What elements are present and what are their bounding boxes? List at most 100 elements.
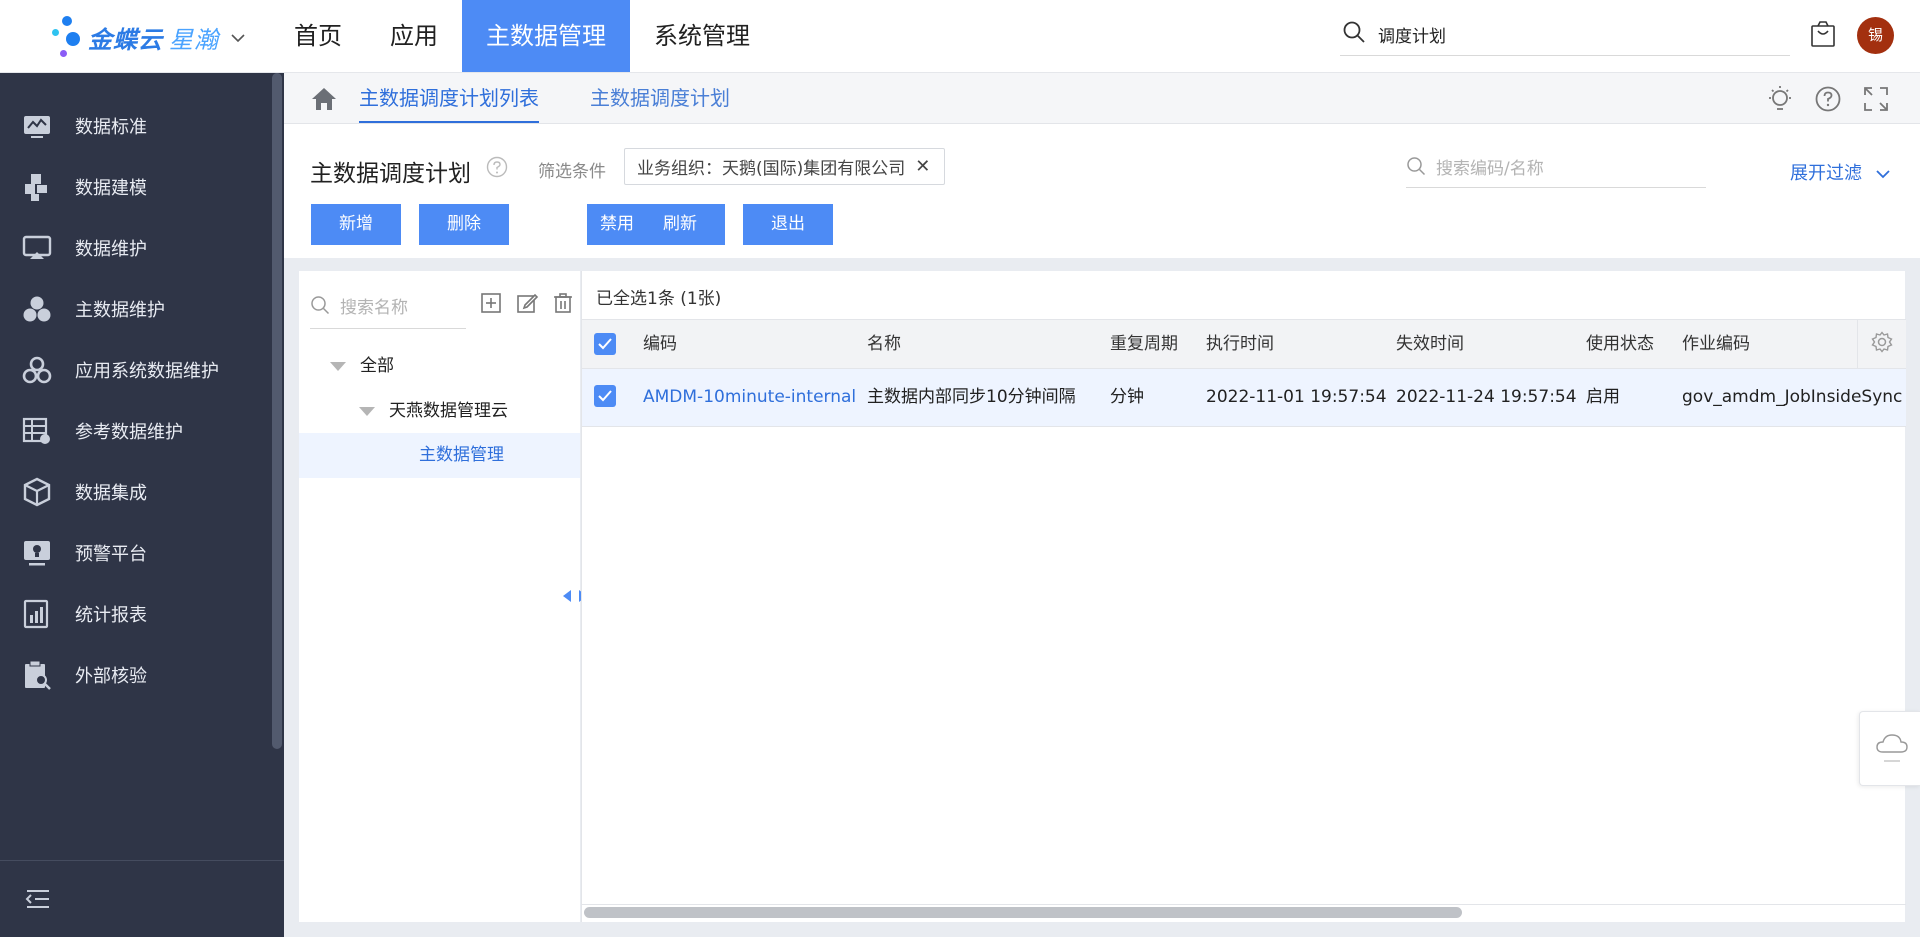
exit-button[interactable]: 退出 xyxy=(743,204,833,245)
tree-search xyxy=(310,287,466,329)
logo-text: 金蝶云 星瀚 xyxy=(88,25,219,54)
report-icon xyxy=(22,599,52,629)
chevron-down-icon xyxy=(1876,163,1890,184)
screen-icon xyxy=(22,233,52,263)
global-search xyxy=(1340,14,1790,56)
tree-toolbar xyxy=(479,291,575,320)
edit-node-icon[interactable] xyxy=(515,291,539,320)
cell-name: 主数据内部同步10分钟间隔 xyxy=(867,387,1076,407)
table-panel: 已全选1条 (1张) 编码 名称 重复周期 执行时间 失效时间 使用状态 作业编… xyxy=(581,271,1906,922)
sidebar-item-external-verification[interactable]: 外部核验 xyxy=(0,645,270,705)
column-header-code[interactable]: 编码 xyxy=(643,320,677,368)
nav-home[interactable]: 首页 xyxy=(270,0,366,72)
sidebar-item-alert-platform[interactable]: 预警平台 xyxy=(0,523,270,583)
page-tabs-bar: 主数据调度计划列表 主数据调度计划 xyxy=(284,73,1920,124)
list-search-input[interactable] xyxy=(1436,158,1696,179)
column-header-job-code[interactable]: 作业编码 xyxy=(1682,320,1750,368)
global-search-input[interactable] xyxy=(1378,24,1758,45)
nav-system[interactable]: 系统管理 xyxy=(630,0,774,72)
horizontal-scrollbar[interactable] xyxy=(584,907,1462,918)
shopping-bag-icon[interactable] xyxy=(1810,20,1836,53)
list-search xyxy=(1406,150,1706,188)
avatar[interactable]: 锡 xyxy=(1857,17,1894,54)
column-header-exec-time[interactable]: 执行时间 xyxy=(1206,320,1274,368)
delete-button[interactable]: 删除 xyxy=(419,204,509,245)
cluster-icon xyxy=(22,294,52,324)
lightbulb-icon[interactable] xyxy=(1766,85,1794,118)
select-all-checkbox[interactable] xyxy=(594,333,616,355)
list-header: 主数据调度计划 筛选条件 业务组织：天鹅(国际)集团有限公司 ✕ 展开过滤 新增… xyxy=(284,124,1920,258)
tab-schedule-plan[interactable]: 主数据调度计划 xyxy=(590,73,730,123)
cell-expire-time: 2022-11-24 19:57:54 xyxy=(1396,387,1577,407)
refresh-button[interactable]: 刷新 xyxy=(635,204,725,245)
search-icon[interactable] xyxy=(1406,156,1426,181)
cube-icon xyxy=(22,477,52,507)
tree-node-cloud[interactable]: 天燕数据管理云 xyxy=(359,389,508,433)
search-icon[interactable] xyxy=(310,295,330,320)
alert-monitor-icon xyxy=(22,538,52,568)
sidebar-item-data-standard[interactable]: 数据标准 xyxy=(0,96,270,156)
tree-search-input[interactable] xyxy=(340,297,460,318)
sidebar-item-master-data-maintenance[interactable]: 主数据维护 xyxy=(0,279,270,339)
sidebar-item-data-modeling[interactable]: 数据建模 xyxy=(0,157,270,217)
cell-exec-time: 2022-11-01 19:57:54 xyxy=(1206,387,1387,407)
tree-panel: 全部 天燕数据管理云 主数据管理 xyxy=(299,271,580,922)
tree-node-all[interactable]: 全部 xyxy=(330,344,394,388)
cell-period: 分钟 xyxy=(1110,387,1144,407)
help-icon[interactable] xyxy=(1814,85,1842,118)
sidebar-scrollbar[interactable] xyxy=(272,73,282,749)
fullscreen-icon[interactable] xyxy=(1862,85,1890,118)
add-node-icon[interactable] xyxy=(479,291,503,320)
filter-label: 筛选条件 xyxy=(538,162,606,182)
main-nav: 首页 应用 主数据管理 系统管理 xyxy=(270,0,774,72)
page-title: 主数据调度计划 xyxy=(310,161,471,187)
add-button[interactable]: 新增 xyxy=(311,204,401,245)
column-header-period[interactable]: 重复周期 xyxy=(1110,320,1178,368)
tab-schedule-list[interactable]: 主数据调度计划列表 xyxy=(359,73,539,123)
delete-node-icon[interactable] xyxy=(551,291,575,320)
puzzle-icon xyxy=(22,172,52,202)
sidebar-divider xyxy=(0,860,284,861)
column-header-status[interactable]: 使用状态 xyxy=(1586,320,1654,368)
chart-monitor-icon xyxy=(22,111,52,141)
caret-left-icon[interactable] xyxy=(562,588,572,608)
logo-mark-icon xyxy=(52,14,88,60)
cell-job-code: gov_amdm_JobInsideSync xyxy=(1682,387,1903,407)
table-header: 编码 名称 重复周期 执行时间 失效时间 使用状态 作业编码 xyxy=(582,319,1906,369)
nav-apps[interactable]: 应用 xyxy=(366,0,462,72)
tree-node-master-data[interactable]: 主数据管理 xyxy=(419,433,504,477)
caret-down-icon[interactable] xyxy=(359,406,375,416)
clipboard-search-icon xyxy=(22,660,52,690)
cell-code[interactable]: AMDM-10minute-internal xyxy=(643,369,858,425)
home-icon[interactable] xyxy=(310,86,338,117)
gears-icon xyxy=(22,355,52,385)
nav-master-data[interactable]: 主数据管理 xyxy=(462,0,630,72)
cell-status: 启用 xyxy=(1586,387,1620,407)
app-logo[interactable]: 金蝶云 星瀚 xyxy=(52,12,245,62)
column-header-expire-time[interactable]: 失效时间 xyxy=(1396,320,1464,368)
table-gear-icon xyxy=(22,416,52,446)
expand-filter-button[interactable]: 展开过滤 xyxy=(1790,159,1890,185)
sidebar-item-data-maintenance[interactable]: 数据维护 xyxy=(0,218,270,278)
table-row[interactable]: AMDM-10minute-internal 主数据内部同步10分钟间隔 分钟 … xyxy=(582,369,1906,427)
gear-icon[interactable] xyxy=(1871,330,1893,358)
search-icon[interactable] xyxy=(1340,20,1366,49)
close-icon[interactable]: ✕ xyxy=(915,156,930,177)
sidebar-item-data-integration[interactable]: 数据集成 xyxy=(0,462,270,522)
caret-down-icon[interactable] xyxy=(330,361,346,371)
column-settings xyxy=(1857,320,1906,368)
cloud-icon xyxy=(1874,730,1910,771)
float-assistant[interactable] xyxy=(1859,711,1920,786)
sidebar-item-reference-data[interactable]: 参考数据维护 xyxy=(0,401,270,461)
chevron-down-icon[interactable] xyxy=(231,28,245,47)
selection-info: 已全选1条 (1张) xyxy=(596,289,722,309)
question-icon[interactable] xyxy=(486,156,508,183)
collapse-menu-icon[interactable] xyxy=(25,888,51,915)
filter-chip[interactable]: 业务组织：天鹅(国际)集团有限公司 ✕ xyxy=(624,148,946,185)
top-bar: 金蝶云星瀚 首页 应用 主数据管理 系统管理 锡 xyxy=(0,0,1920,73)
sidebar-item-app-system-data[interactable]: 应用系统数据维护 xyxy=(0,340,270,400)
sidebar: 数据标准 数据建模 数据维护 主数据维护 应用系统数据维护 参考数据维护 数据集… xyxy=(0,73,284,937)
row-checkbox[interactable] xyxy=(594,385,616,407)
column-header-name[interactable]: 名称 xyxy=(867,320,901,368)
sidebar-item-statistics-report[interactable]: 统计报表 xyxy=(0,584,270,644)
